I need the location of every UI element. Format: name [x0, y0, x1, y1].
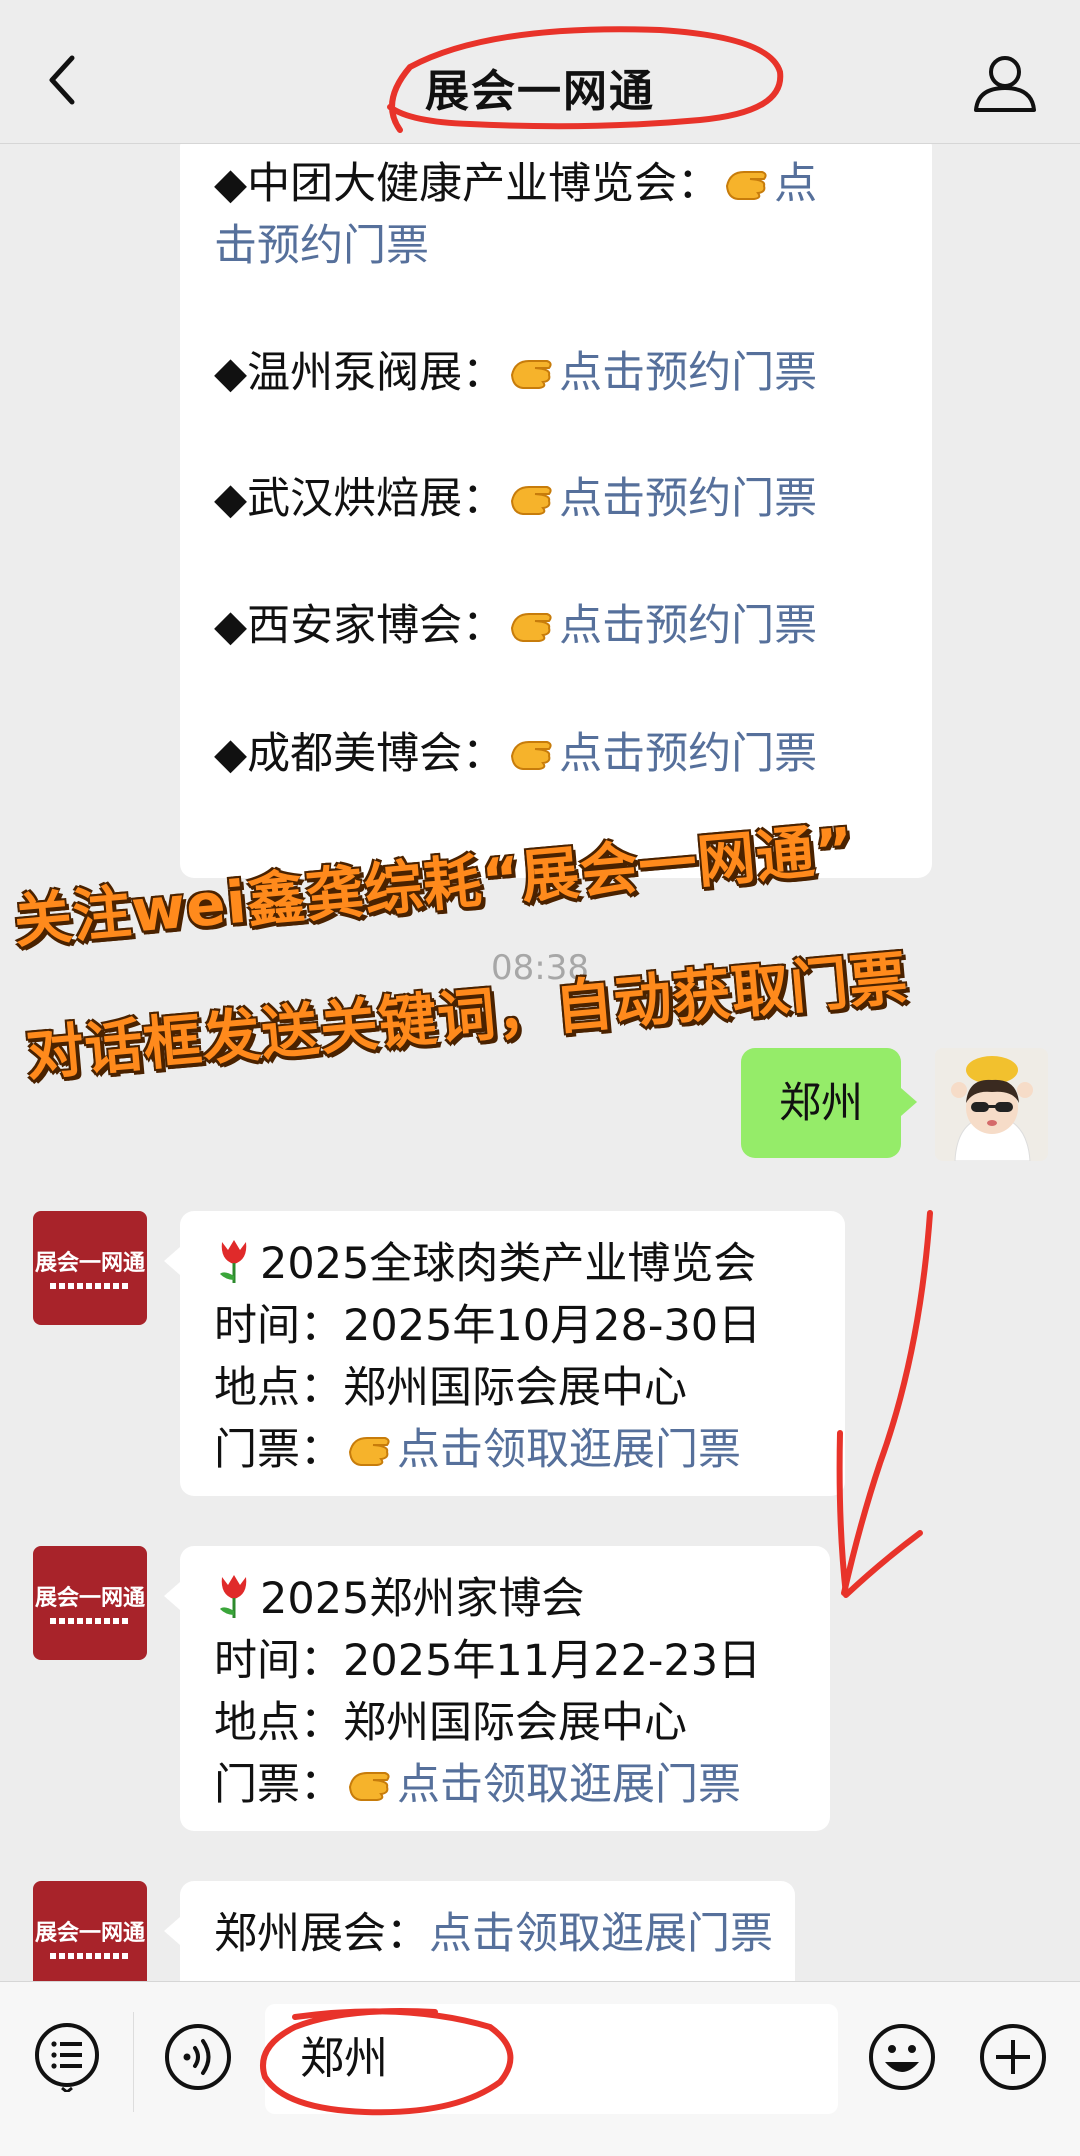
book-ticket-link[interactable]: 点击预约门票 — [559, 348, 817, 398]
exhibition-card-bubble[interactable]: 2025全球肉类产业博览会 时间：2025年10月28-30日 地点：郑州国际会… — [164, 1211, 845, 1496]
hand-icon — [348, 1437, 390, 1466]
hand-icon — [511, 486, 552, 515]
account-avatar[interactable]: 展会一网通 — [33, 1211, 147, 1325]
list-item: ◆温州泵阀展： 点击预约门票 — [214, 348, 818, 398]
hand-icon — [511, 613, 552, 642]
book-ticket-link-cont[interactable]: 击预约门票 — [214, 221, 429, 271]
footer-divider — [133, 2012, 134, 2112]
list-item: ◆中团大健康产业博览会：点 击预约门票 — [214, 159, 818, 271]
claim-ticket-link[interactable]: 点击领取逛展门票 — [397, 1425, 741, 1475]
account-avatar[interactable]: 展会一网通 — [33, 1881, 147, 1981]
menu-list-icon[interactable] — [32, 2022, 102, 2092]
claim-ticket-link[interactable]: 点击领取逛展门票 — [397, 1760, 741, 1810]
logo-stripe — [50, 1283, 130, 1289]
card-ticket: 门票： 点击领取逛展门票 — [214, 1760, 741, 1810]
hand-icon — [511, 360, 552, 389]
book-ticket-link[interactable]: 点击预约门票 — [559, 729, 817, 779]
list-item: ◆武汉烘焙展： 点击预约门票 — [214, 474, 818, 524]
my-message-bubble[interactable]: 郑州 — [741, 1048, 917, 1158]
book-ticket-link[interactable]: 点击预约门票 — [559, 474, 817, 524]
hand-icon — [511, 741, 552, 770]
card-ticket: 郑州展会：点击领取逛展门票 — [214, 1909, 773, 1959]
add-plus-icon[interactable] — [978, 2022, 1048, 2092]
tulip-icon — [220, 1240, 247, 1283]
card-place: 地点：郑州国际会展中心 — [214, 1698, 687, 1748]
logo-stripe — [50, 1618, 130, 1624]
emoji-icon[interactable] — [867, 2022, 937, 2092]
logo-stripe — [50, 1953, 130, 1959]
person-icon[interactable] — [970, 50, 1040, 115]
list-item: ◆成都美博会： 点击预约门票 — [214, 729, 818, 779]
claim-ticket-link[interactable]: 点击领取逛展门票 — [429, 1909, 773, 1959]
card-title: 2025郑州家博会 — [214, 1568, 796, 1630]
card-time: 时间：2025年10月28-30日 — [214, 1301, 762, 1351]
message-input[interactable]: 郑州 — [265, 2004, 838, 2114]
my-avatar[interactable] — [935, 1048, 1048, 1161]
voice-input-icon[interactable] — [163, 2022, 233, 2092]
card-title: 2025全球肉类产业博览会 — [214, 1233, 811, 1295]
card-ticket: 门票： 点击领取逛展门票 — [214, 1425, 741, 1475]
nav-header: 展会一网通 — [0, 0, 1080, 144]
card-time: 时间：2025年11月22-23日 — [214, 1636, 762, 1686]
card-place: 地点：郑州国际会展中心 — [214, 1363, 687, 1413]
book-ticket-link[interactable]: 点击预约门票 — [559, 601, 817, 651]
hand-icon — [348, 1772, 390, 1801]
input-bar: 郑州 — [0, 1981, 1080, 2156]
child-avatar-image — [935, 1048, 1048, 1161]
tulip-icon — [220, 1575, 247, 1618]
exhibition-card-bubble[interactable]: 郑州展会：点击领取逛展门票 — [164, 1881, 795, 1981]
hand-icon — [726, 171, 767, 200]
page-title: 展会一网通 — [425, 66, 655, 117]
exhibition-list-bubble: ◆中团大健康产业博览会：点 击预约门票 ◆温州泵阀展： 点击预约门票 ◆武汉烘焙展… — [180, 143, 932, 878]
account-avatar[interactable]: 展会一网通 — [33, 1546, 147, 1660]
book-ticket-link[interactable]: 点 — [774, 159, 817, 209]
list-item: ◆西安家博会： 点击预约门票 — [214, 601, 818, 651]
exhibition-card-bubble[interactable]: 2025郑州家博会 时间：2025年11月22-23日 地点：郑州国际会展中心 … — [164, 1546, 830, 1831]
